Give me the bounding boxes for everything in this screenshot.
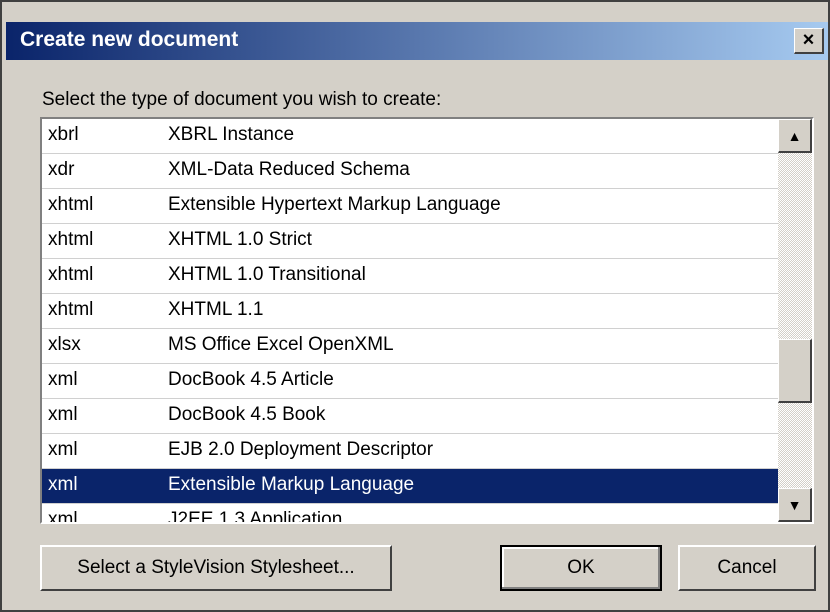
list-item[interactable]: xml Extensible Markup Language xyxy=(42,469,780,504)
list-item[interactable]: xml DocBook 4.5 Book xyxy=(42,399,780,434)
list-item-extension: xhtml xyxy=(48,264,94,285)
list-item[interactable]: xhtml Extensible Hypertext Markup Languag… xyxy=(42,189,780,224)
vertical-scrollbar[interactable]: ▲ ▼ xyxy=(778,119,812,522)
list-item[interactable]: xml DocBook 4.5 Article xyxy=(42,364,780,399)
list-item[interactable]: xhtml XHTML 1.0 Strict xyxy=(42,224,780,259)
list-item-extension: xhtml xyxy=(48,299,94,320)
list-item[interactable]: xdr XML-Data Reduced Schema xyxy=(42,154,780,189)
scroll-up-icon[interactable]: ▲ xyxy=(778,119,812,153)
list-item-description: XML-Data Reduced Schema xyxy=(168,159,410,180)
list-item-description: XHTML 1.0 Transitional xyxy=(168,264,366,285)
list-item[interactable]: xhtml XHTML 1.1 xyxy=(42,294,780,329)
list-item-extension: xhtml xyxy=(48,194,94,215)
list-item-description: EJB 2.0 Deployment Descriptor xyxy=(168,439,434,460)
list-item-description: DocBook 4.5 Book xyxy=(168,404,326,425)
list-item-extension: xml xyxy=(48,474,78,495)
list-item-extension: xdr xyxy=(48,159,75,180)
list-item[interactable]: xml J2EE 1.3 Application xyxy=(42,504,780,524)
list-item-extension: xhtml xyxy=(48,229,94,250)
dialog-title: Create new document xyxy=(20,28,239,51)
create-document-dialog: Create new document × Select the type of… xyxy=(0,0,830,612)
list-item-extension: xml xyxy=(48,369,78,390)
list-item-extension: xml xyxy=(48,509,78,524)
list-item[interactable]: xbrl XBRL Instance xyxy=(42,119,780,154)
list-item-description: Extensible Markup Language xyxy=(168,474,415,495)
list-item-description: XBRL Instance xyxy=(168,124,295,145)
list-item-description: J2EE 1.3 Application xyxy=(168,509,343,524)
list-item-extension: xbrl xyxy=(48,124,79,145)
document-type-list[interactable]: xbrl XBRL Instance xdr XML-Data Reduced Sch… xyxy=(40,117,814,524)
list-item-extension: xml xyxy=(48,404,78,425)
document-type-rows: xbrl XBRL Instance xdr XML-Data Reduced Sch… xyxy=(42,119,780,524)
title-bar: Create new document × xyxy=(6,22,828,60)
list-item-description: Extensible Hypertext Markup Language xyxy=(168,194,501,215)
list-item-description: XHTML 1.0 Strict xyxy=(168,229,312,250)
list-item[interactable]: xlsx MS Office Excel OpenXML xyxy=(42,329,780,364)
scroll-down-icon[interactable]: ▼ xyxy=(778,488,812,522)
list-item[interactable]: xhtml XHTML 1.0 Transitional xyxy=(42,259,780,294)
list-item-description: MS Office Excel OpenXML xyxy=(168,334,394,355)
list-item-description: DocBook 4.5 Article xyxy=(168,369,334,390)
list-item[interactable]: xml EJB 2.0 Deployment Descriptor xyxy=(42,434,780,469)
list-item-description: XHTML 1.1 xyxy=(168,299,264,320)
select-stylesheet-button[interactable]: Select a StyleVision Stylesheet... xyxy=(40,545,392,591)
scroll-thumb[interactable] xyxy=(778,339,812,403)
prompt-label: Select the type of document you wish to … xyxy=(42,89,442,110)
close-button[interactable]: × xyxy=(794,28,824,54)
list-item-extension: xlsx xyxy=(48,334,81,355)
cancel-button[interactable]: Cancel xyxy=(678,545,816,591)
ok-button[interactable]: OK xyxy=(500,545,662,591)
list-item-extension: xml xyxy=(48,439,78,460)
